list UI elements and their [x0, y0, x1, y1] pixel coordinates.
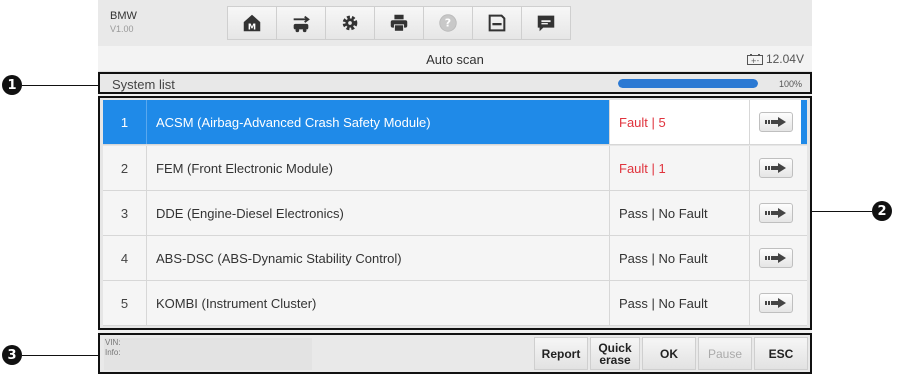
software-version: V1.00 — [110, 24, 134, 34]
arrow-right-icon — [764, 298, 786, 308]
system-index: 1 — [103, 100, 147, 144]
svg-text:+-: +- — [751, 57, 760, 65]
help-icon: ? — [439, 14, 457, 32]
scan-progress-text: 100% — [778, 79, 802, 89]
system-action-cell — [749, 191, 801, 235]
callout-3: 3 — [2, 345, 22, 365]
save-icon — [488, 14, 506, 32]
system-status: Pass | No Fault — [609, 281, 749, 325]
home-button[interactable]: M — [227, 6, 277, 40]
system-action-cell — [749, 281, 801, 325]
esc-button[interactable]: ESC — [754, 337, 808, 370]
vehicle-make: BMW — [110, 10, 137, 22]
open-system-button[interactable] — [758, 293, 793, 313]
callout-3-line — [22, 355, 100, 356]
open-system-button[interactable] — [758, 112, 793, 132]
help-button[interactable]: ? — [423, 6, 473, 40]
system-row[interactable]: 3 DDE (Engine-Diesel Electronics) Pass | N… — [103, 191, 807, 236]
svg-text:M: M — [248, 21, 256, 31]
callout-2: 2 — [872, 201, 892, 221]
open-system-button[interactable] — [758, 248, 793, 268]
system-status: Fault | 5 — [609, 100, 749, 144]
system-list[interactable]: 1 ACSM (Airbag-Advanced Crash Safety Modu… — [98, 96, 812, 330]
open-system-button[interactable] — [758, 203, 793, 223]
print-button[interactable] — [374, 6, 424, 40]
arrow-right-icon — [764, 253, 786, 263]
vehicle-brand: BMW V1.00 — [110, 10, 137, 36]
callout-1: 1 — [2, 75, 22, 95]
vin-info-text: VIN: Info: — [105, 338, 121, 358]
settings-button[interactable] — [325, 6, 375, 40]
system-index: 2 — [103, 146, 147, 190]
title-bar: Auto scan +- 12.04V — [98, 46, 812, 72]
pause-button[interactable]: Pause — [698, 337, 752, 370]
scanner-screen: BMW V1.00 M ? Auto scan +- 12.04V System… — [98, 0, 812, 374]
vin-info-panel — [104, 338, 312, 370]
page-title: Auto scan — [426, 52, 484, 67]
system-row[interactable]: 5 KOMBI (Instrument Cluster) Pass | No Fau… — [103, 281, 807, 326]
ok-button[interactable]: OK — [642, 337, 696, 370]
system-row[interactable]: 1 ACSM (Airbag-Advanced Crash Safety Modu… — [103, 100, 807, 145]
scan-progress-fill — [618, 79, 758, 88]
system-row[interactable]: 2 FEM (Front Electronic Module) Fault | 1 — [103, 146, 807, 191]
system-index: 4 — [103, 236, 147, 280]
top-toolbar: BMW V1.00 M ? — [98, 0, 812, 46]
vin-label: VIN: — [105, 338, 121, 347]
arrow-right-icon — [764, 208, 786, 218]
battery-voltage: 12.04V — [765, 52, 804, 66]
battery-icon: +- — [746, 53, 763, 65]
svg-text:?: ? — [445, 17, 451, 30]
vehicle-swap-button[interactable] — [276, 6, 326, 40]
system-status: Pass | No Fault — [609, 191, 749, 235]
arrow-right-icon — [764, 117, 786, 127]
print-icon — [390, 14, 408, 32]
system-name: ACSM (Airbag-Advanced Crash Safety Modul… — [156, 114, 431, 130]
quick-erase-button[interactable]: Quick erase — [590, 337, 640, 370]
system-name: ABS-DSC (ABS-Dynamic Stability Control) — [156, 250, 402, 266]
system-action-cell — [749, 146, 801, 190]
save-button[interactable] — [472, 6, 522, 40]
callout-2-line — [810, 211, 872, 212]
message-button[interactable] — [521, 6, 571, 40]
system-index: 3 — [103, 191, 147, 235]
system-row[interactable]: 4 ABS-DSC (ABS-Dynamic Stability Control)… — [103, 236, 807, 281]
scan-progress-bar — [618, 79, 758, 88]
system-list-label: System list — [112, 77, 175, 92]
home-icon: M — [243, 14, 261, 31]
open-system-button[interactable] — [758, 158, 793, 178]
system-status: Pass | No Fault — [609, 236, 749, 280]
system-action-cell — [749, 100, 801, 144]
settings-icon — [342, 15, 358, 31]
bottom-action-bar: VIN: Info: Report Quick erase OK Pause ESC — [98, 333, 812, 374]
battery-indicator: +- 12.04V — [746, 52, 804, 66]
report-button[interactable]: Report — [534, 337, 588, 370]
callout-1-line — [22, 85, 100, 86]
vehicle-swap-icon — [293, 15, 310, 33]
system-index: 5 — [103, 281, 147, 325]
arrow-right-icon — [764, 163, 786, 173]
system-name: FEM (Front Electronic Module) — [156, 160, 333, 176]
system-list-header: System list 100% — [98, 72, 812, 94]
info-label: Info: — [105, 348, 121, 357]
system-name: KOMBI (Instrument Cluster) — [156, 295, 317, 311]
message-icon — [537, 15, 555, 32]
system-status: Fault | 1 — [609, 146, 749, 190]
system-name: DDE (Engine-Diesel Electronics) — [156, 205, 344, 221]
system-action-cell — [749, 236, 801, 280]
